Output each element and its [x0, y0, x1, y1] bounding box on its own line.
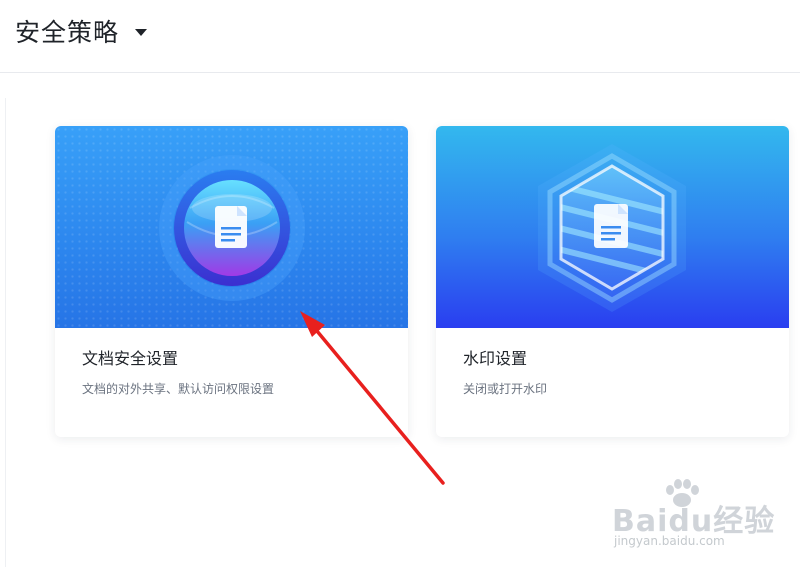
card-banner [436, 126, 789, 328]
document-hexagon-watermark-icon [538, 144, 686, 312]
card-document-security[interactable]: 文档安全设置 文档的对外共享、默认访问权限设置 [55, 126, 408, 437]
card-banner [55, 126, 408, 328]
card-title: 文档安全设置 [82, 351, 179, 368]
top-bar: 安全策略 [0, 0, 800, 73]
card-description: 关闭或打开水印 [463, 382, 548, 396]
page-title: 安全策略 [15, 19, 120, 47]
caret-down-icon[interactable] [135, 29, 147, 36]
document-shield-globe-icon [154, 150, 310, 306]
card-title: 水印设置 [463, 351, 528, 368]
card-description: 文档的对外共享、默认访问权限设置 [82, 382, 275, 396]
card-watermark-settings[interactable]: 水印设置 关闭或打开水印 [436, 126, 789, 437]
